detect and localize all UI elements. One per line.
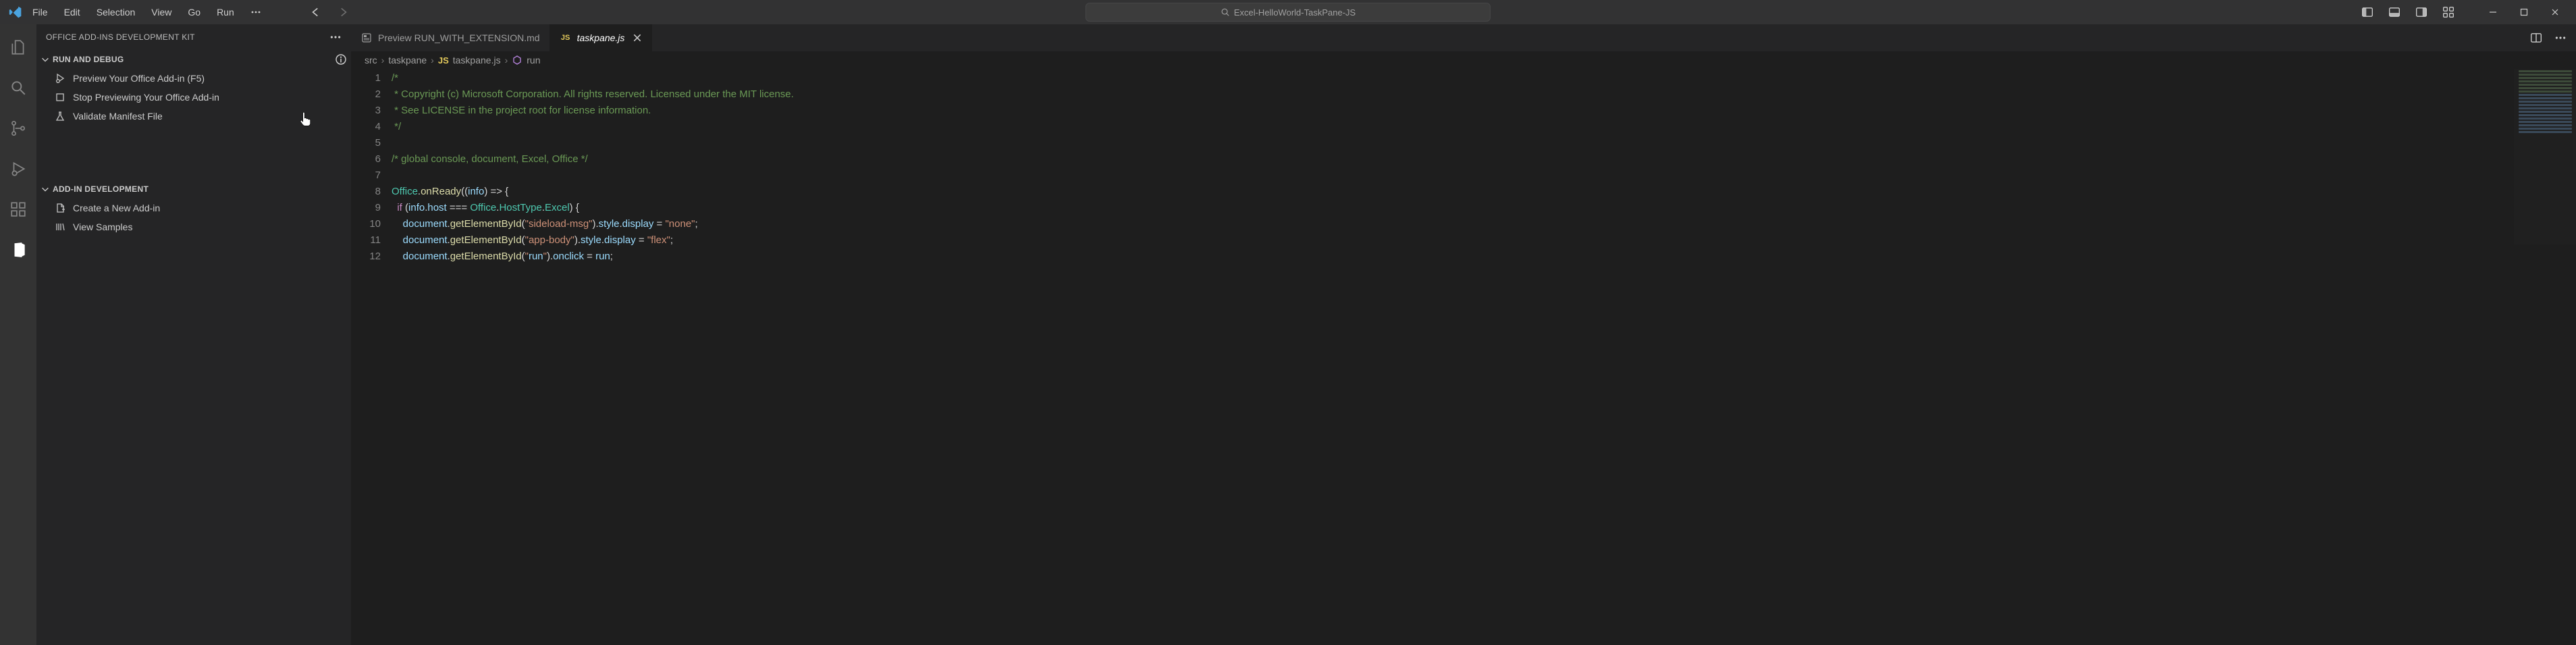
layout-panel-icon[interactable] [2388,6,2400,18]
stop-preview-item[interactable]: Stop Previewing Your Office Add-in [36,88,351,107]
breadcrumb-separator-icon: › [431,55,434,66]
window-close-icon[interactable] [2540,0,2571,24]
preview-icon [360,32,373,44]
line-number: 7 [351,167,381,184]
line-number: 3 [351,103,381,119]
line-number: 1 [351,70,381,86]
beaker-icon [54,111,66,122]
menu-run[interactable]: Run [210,4,241,20]
editor-tabs: Preview RUN_WITH_EXTENSION.md JS taskpan… [351,24,2576,51]
menu-go[interactable]: Go [181,4,207,20]
activity-office-addins-icon[interactable] [2,234,34,266]
nav-arrows [308,5,350,20]
line-number-gutter: 1 2 3 4 5 6 7 8 9 10 11 12 [351,70,392,645]
js-file-icon: JS [438,55,449,66]
minimap[interactable] [2514,69,2576,244]
vscode-logo-icon [8,5,23,20]
editor: Preview RUN_WITH_EXTENSION.md JS taskpan… [351,24,2576,645]
menu-bar: File Edit Selection View Go Run [0,4,268,20]
search-icon [1220,7,1230,17]
stop-icon [54,92,66,103]
line-number: 11 [351,232,381,249]
tab-preview-md-label: Preview RUN_WITH_EXTENSION.md [378,32,540,43]
layout-customize-icon[interactable] [2442,6,2454,18]
breadcrumbs[interactable]: src › taskpane › JS taskpane.js › run [351,51,2576,69]
activity-bar [0,24,36,645]
line-number: 12 [351,249,381,265]
sidebar-more-icon[interactable] [329,31,342,43]
menu-selection[interactable]: Selection [90,4,142,20]
command-center-text: Excel-HelloWorld-TaskPane-JS [1234,7,1356,18]
sidebar: OFFICE ADD-INS DEVELOPMENT KIT RUN AND D… [36,24,351,645]
window-minimize-icon[interactable] [2477,0,2508,24]
line-number: 5 [351,135,381,151]
tab-taskpane-js-label: taskpane.js [577,32,625,43]
menu-view[interactable]: View [144,4,178,20]
debug-start-icon [54,73,66,84]
code-editor[interactable]: 1 2 3 4 5 6 7 8 9 10 11 12 /* * Copyrigh… [351,69,2576,645]
line-number: 6 [351,151,381,167]
title-bar: File Edit Selection View Go Run Excel-He… [0,0,2576,24]
main-area: OFFICE ADD-INS DEVELOPMENT KIT RUN AND D… [0,24,2576,645]
breadcrumb-taskpane-file[interactable]: taskpane.js [453,55,501,66]
section-addin-development[interactable]: ADD-IN DEVELOPMENT [36,180,351,199]
activity-search-icon[interactable] [2,72,34,104]
title-bar-right [2361,0,2571,24]
view-samples-item[interactable]: View Samples [36,217,351,236]
section-addin-development-label: ADD-IN DEVELOPMENT [53,184,149,194]
validate-manifest-label: Validate Manifest File [73,111,163,122]
window-controls [2477,0,2571,24]
symbol-method-icon [512,55,522,66]
breadcrumb-run-symbol[interactable]: run [527,55,540,66]
preview-addin-label: Preview Your Office Add-in (F5) [73,73,205,84]
editor-actions [2530,24,2576,51]
nav-forward-icon[interactable] [336,5,350,20]
line-number: 9 [351,200,381,216]
tab-taskpane-js[interactable]: JS taskpane.js [550,24,653,51]
line-number: 10 [351,216,381,232]
create-addin-item[interactable]: Create a New Add-in [36,199,351,217]
code-body[interactable]: /* * Copyright (c) Microsoft Corporation… [392,70,2576,645]
validate-manifest-item[interactable]: Validate Manifest File [36,107,351,126]
chevron-down-icon [41,55,50,64]
nav-back-icon[interactable] [308,5,323,20]
line-number: 2 [351,86,381,103]
split-editor-icon[interactable] [2530,32,2542,44]
line-number: 4 [351,119,381,135]
activity-run-debug-icon[interactable] [2,153,34,185]
breadcrumb-taskpane-folder[interactable]: taskpane [388,55,427,66]
section-run-and-debug-label: RUN AND DEBUG [53,55,124,64]
section-run-and-debug[interactable]: RUN AND DEBUG [36,50,351,69]
layout-sidebar-right-icon[interactable] [2415,6,2427,18]
line-number: 8 [351,184,381,200]
window-maximize-icon[interactable] [2508,0,2540,24]
layout-sidebar-left-icon[interactable] [2361,6,2373,18]
library-icon [54,222,66,232]
breadcrumb-separator-icon: › [381,55,385,66]
chevron-down-icon [41,184,50,194]
tab-preview-md[interactable]: Preview RUN_WITH_EXTENSION.md [351,24,550,51]
new-file-icon [54,203,66,213]
activity-source-control-icon[interactable] [2,112,34,145]
view-samples-label: View Samples [73,222,132,232]
stop-preview-label: Stop Previewing Your Office Add-in [73,92,219,103]
js-file-icon: JS [560,32,572,44]
info-icon[interactable] [335,53,347,66]
preview-addin-item[interactable]: Preview Your Office Add-in (F5) [36,69,351,88]
activity-extensions-icon[interactable] [2,193,34,226]
sidebar-title-label: OFFICE ADD-INS DEVELOPMENT KIT [46,32,195,42]
create-addin-label: Create a New Add-in [73,203,160,213]
sidebar-title: OFFICE ADD-INS DEVELOPMENT KIT [36,24,351,50]
command-center-search[interactable]: Excel-HelloWorld-TaskPane-JS [1085,3,1491,22]
editor-more-icon[interactable] [2554,32,2567,44]
breadcrumb-separator-icon: › [505,55,508,66]
menu-file[interactable]: File [26,4,55,20]
menu-edit[interactable]: Edit [57,4,87,20]
activity-explorer-icon[interactable] [2,31,34,63]
breadcrumb-src[interactable]: src [365,55,377,66]
menu-overflow-icon[interactable] [244,4,268,20]
tab-close-icon[interactable] [633,33,642,43]
